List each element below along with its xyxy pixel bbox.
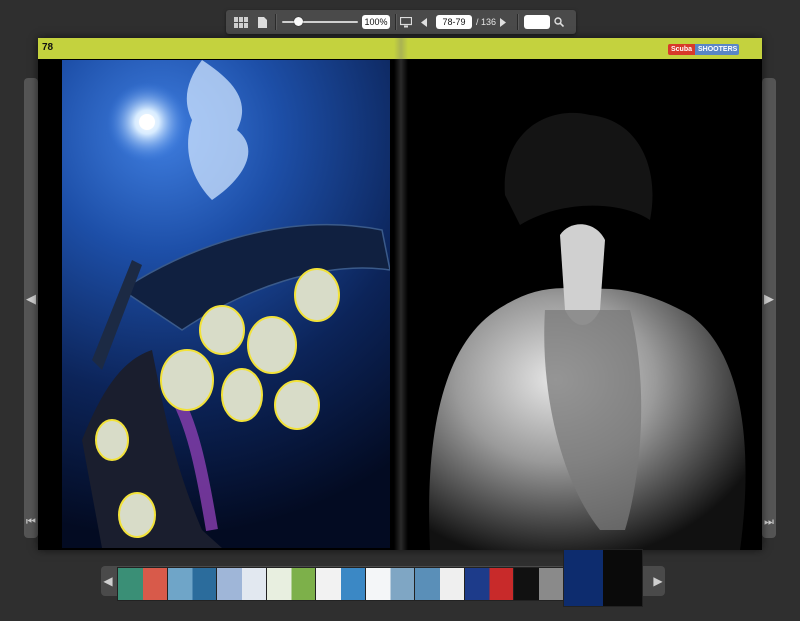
thumbnails-next-icon[interactable]: ▶ bbox=[651, 566, 665, 596]
magnifier-icon[interactable] bbox=[552, 10, 566, 34]
search-input[interactable] bbox=[524, 15, 550, 29]
logo-part-2: SHOOTERS bbox=[695, 44, 739, 55]
page-icon[interactable] bbox=[254, 10, 270, 34]
page-number-label: 78 bbox=[42, 42, 54, 53]
triangle-right-icon[interactable] bbox=[497, 10, 509, 34]
page-thumbnail[interactable] bbox=[166, 567, 218, 601]
right-page-photo-portrait bbox=[410, 60, 762, 550]
page-thumbnail[interactable] bbox=[315, 567, 367, 601]
page-number-input[interactable]: 78-79 bbox=[436, 15, 472, 29]
monitor-icon[interactable] bbox=[398, 10, 414, 34]
toolbar: 100% 78-79 / 136 bbox=[226, 10, 576, 34]
right-nav-strip bbox=[762, 78, 776, 538]
next-page-arrow-icon[interactable]: ▶ bbox=[762, 292, 776, 305]
page-thumbnail[interactable] bbox=[216, 567, 268, 601]
book-gutter bbox=[394, 38, 408, 550]
magazine-logo: Scuba SHOOTERS bbox=[668, 44, 739, 55]
page-thumbnail[interactable] bbox=[117, 567, 169, 601]
page-thumbnail[interactable] bbox=[364, 567, 416, 601]
divider bbox=[395, 14, 397, 30]
divider bbox=[275, 14, 277, 30]
divider bbox=[517, 14, 519, 30]
page-thumbnail[interactable] bbox=[463, 567, 515, 601]
zoom-slider-handle[interactable] bbox=[294, 17, 303, 26]
zoom-input[interactable]: 100% bbox=[362, 15, 390, 29]
triangle-left-icon[interactable] bbox=[418, 10, 430, 34]
left-nav-strip bbox=[24, 78, 38, 538]
first-page-icon[interactable]: ⏮ bbox=[24, 516, 38, 529]
page-thumbnail[interactable] bbox=[513, 567, 565, 601]
last-page-icon[interactable]: ⏭ bbox=[762, 516, 776, 529]
thumbnails-prev-icon[interactable]: ◀ bbox=[101, 566, 115, 596]
page-thumbnail[interactable] bbox=[265, 567, 317, 601]
logo-part-1: Scuba bbox=[668, 44, 696, 55]
page-thumbnail[interactable] bbox=[562, 549, 643, 607]
flipbook[interactable]: 78 Scuba SHOOTERS bbox=[38, 38, 762, 550]
left-page-photo-underwater bbox=[62, 60, 390, 548]
page-total: / 136 bbox=[476, 17, 497, 27]
prev-page-arrow-icon[interactable]: ◀ bbox=[24, 292, 38, 305]
page-thumbnail[interactable] bbox=[414, 567, 466, 601]
grid-icon[interactable] bbox=[232, 10, 250, 34]
